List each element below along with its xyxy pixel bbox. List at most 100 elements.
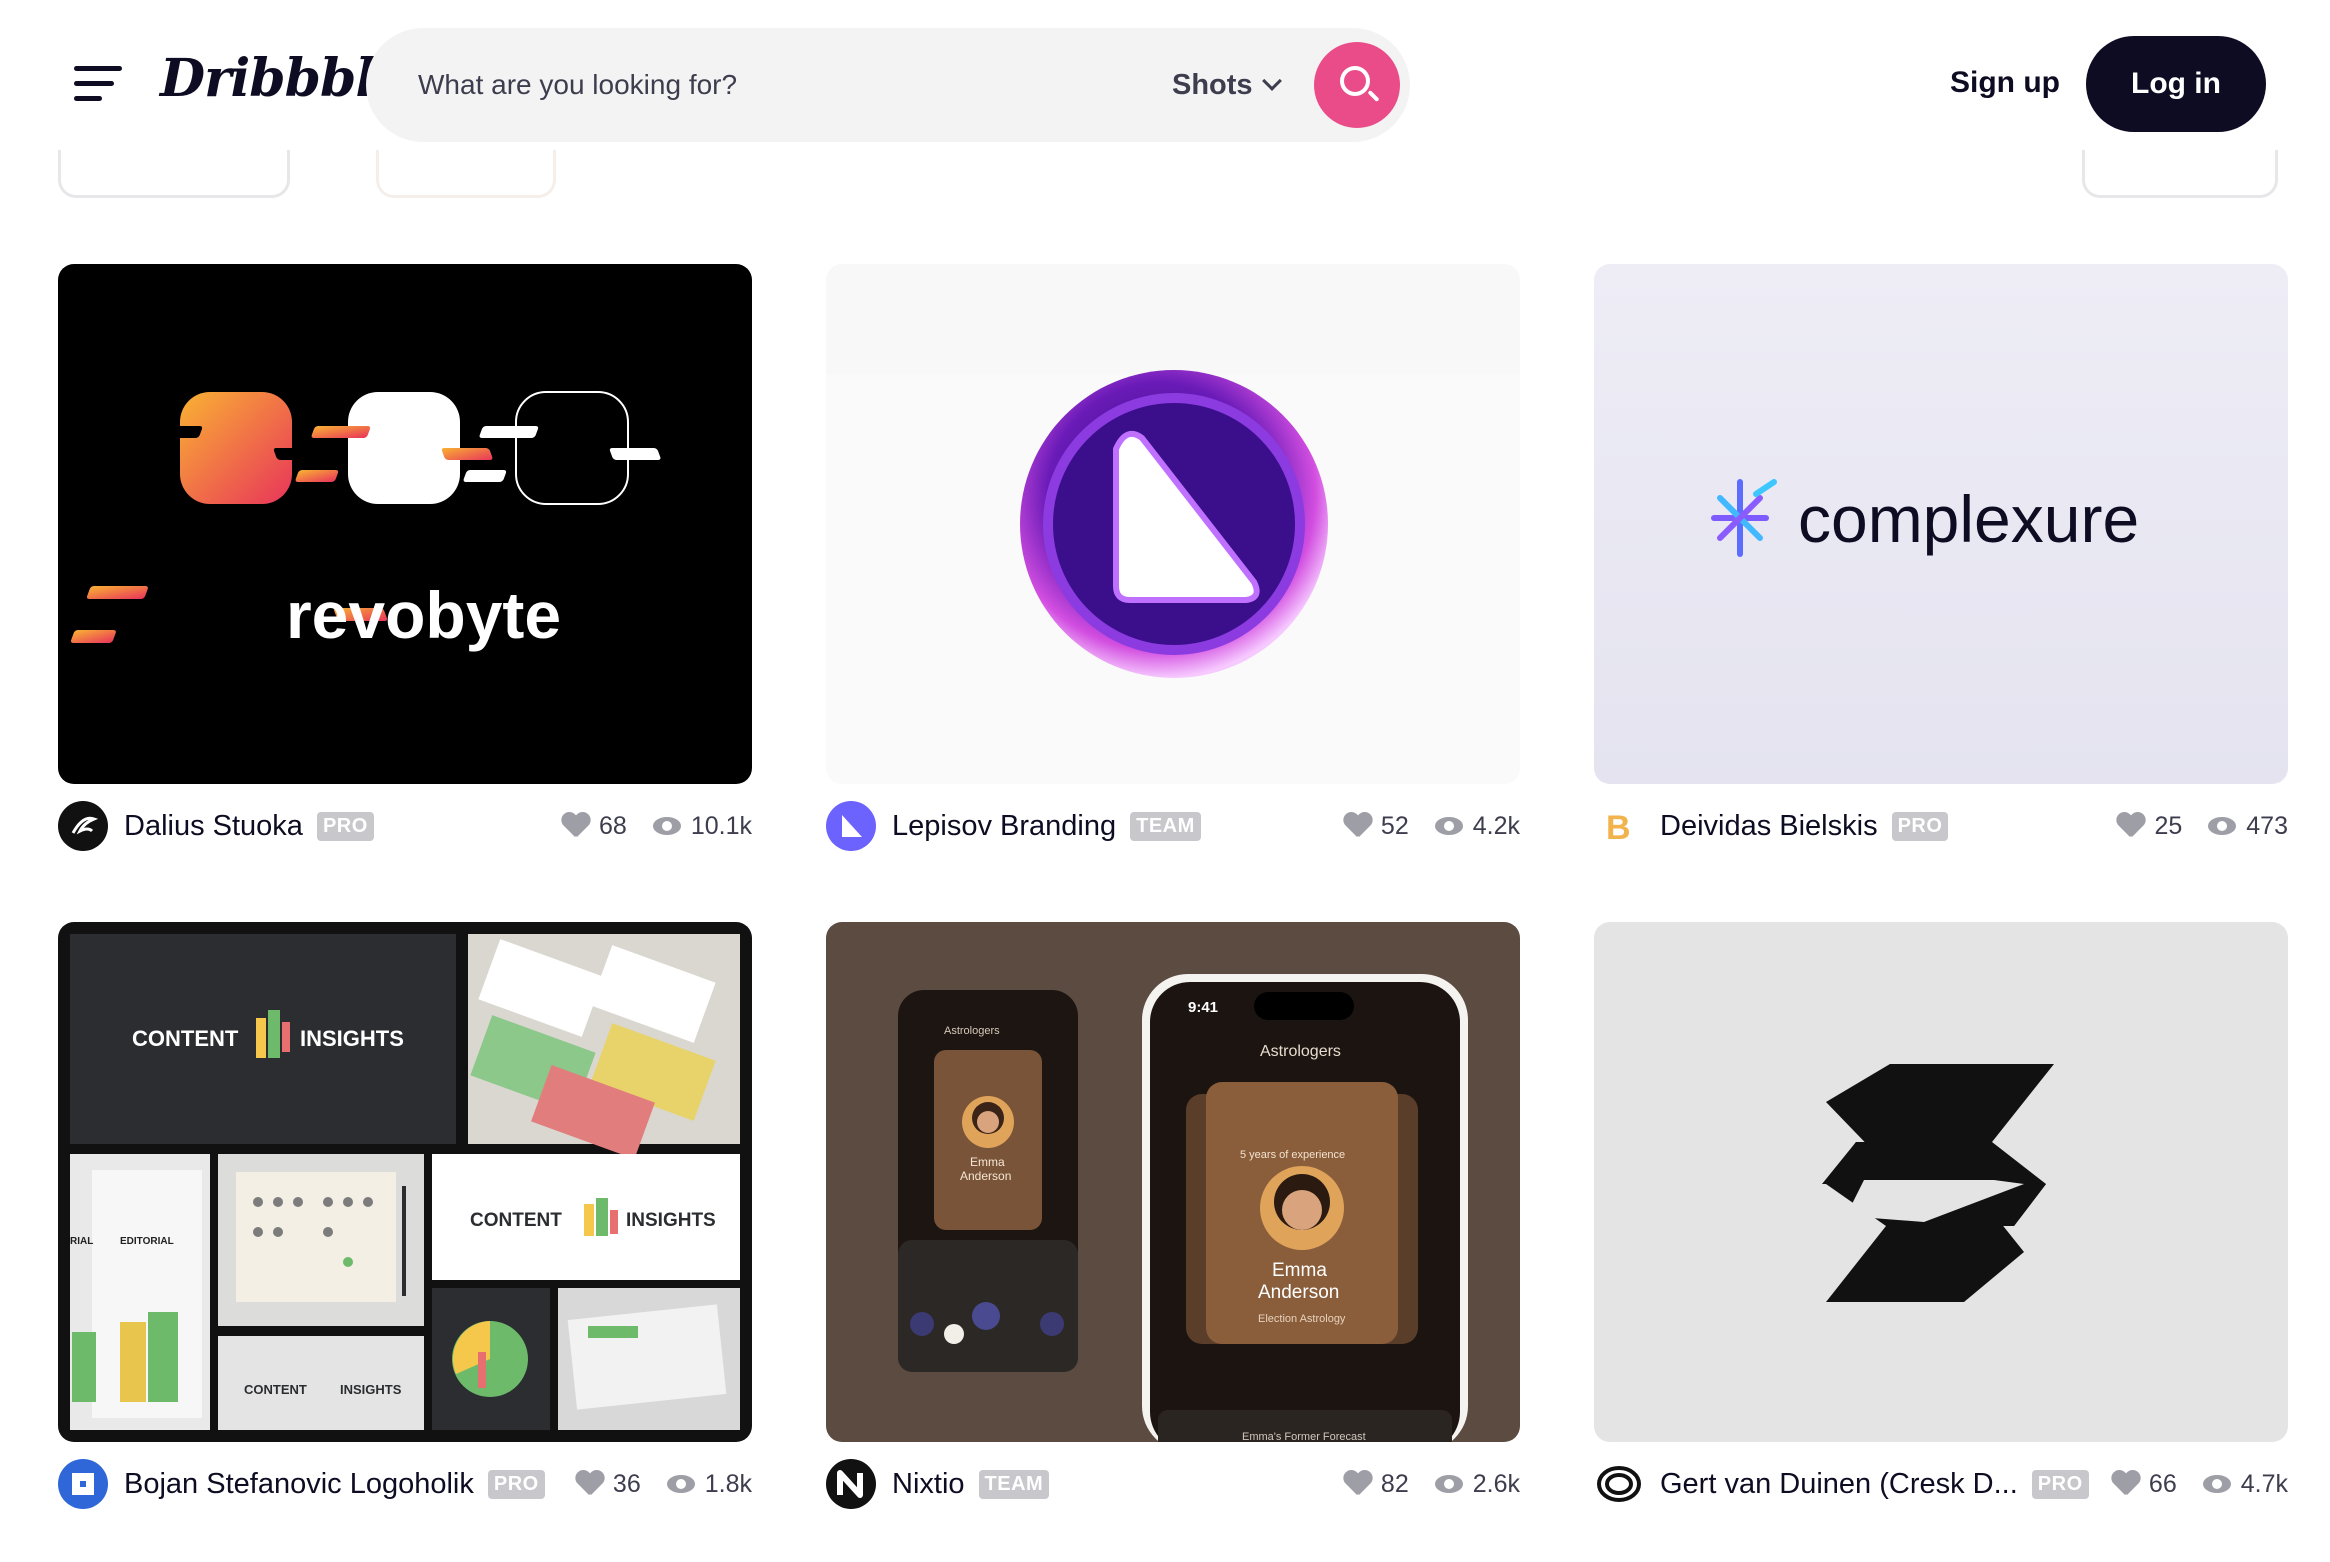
filter-pill[interactable] xyxy=(376,150,556,198)
svg-text:INSIGHTS: INSIGHTS xyxy=(340,1382,402,1397)
avatar[interactable]: B xyxy=(1594,801,1644,851)
svg-text:Emma's Former Forecast: Emma's Former Forecast xyxy=(1242,1431,1366,1442)
author-name[interactable]: Nixtio xyxy=(892,1468,965,1501)
like-count: 66 xyxy=(2148,1469,2177,1498)
shot-meta: Dalius Stuoka PRO 68 10.1k xyxy=(58,800,752,852)
sign-up-link[interactable]: Sign up xyxy=(1950,66,2060,100)
eye-icon xyxy=(1434,1475,1463,1493)
top-navigation: Dribbble Shots Sign up Log in xyxy=(0,0,2330,198)
view-count: 4.2k xyxy=(1472,811,1520,840)
svg-text:Astrologers: Astrologers xyxy=(944,1025,1000,1037)
play-logo-artwork xyxy=(826,370,1520,784)
team-badge: TEAM xyxy=(978,1469,1050,1499)
chevron-down-icon xyxy=(1261,71,1282,91)
shot-thumbnail[interactable]: complexure xyxy=(1594,264,2288,784)
content-insights-artwork: CONTENT INSIGHTS EDITORIAL RIAL CONTENT … xyxy=(70,934,740,1430)
pro-badge: PRO xyxy=(1891,811,1949,841)
shot-stats: 82 2.6k xyxy=(1343,1470,1520,1499)
author-name[interactable]: Lepisov Branding xyxy=(892,810,1116,843)
author-name[interactable]: Bojan Stefanovic Logoholik xyxy=(124,1468,474,1501)
svg-text:Anderson: Anderson xyxy=(1258,1282,1339,1303)
pro-badge: PRO xyxy=(316,811,374,841)
author-name[interactable]: Gert van Duinen (Cresk D... xyxy=(1660,1468,2018,1501)
eye-icon xyxy=(2208,817,2237,835)
svg-text:RIAL: RIAL xyxy=(70,1236,93,1247)
shot-meta: B Deividas Bielskis PRO 25 473 xyxy=(1594,800,2288,852)
shot-thumbnail[interactable] xyxy=(1594,922,2288,1442)
eye-icon xyxy=(1434,817,1463,835)
complexure-wordmark: complexure xyxy=(1798,482,2139,556)
shot-stats: 25 473 xyxy=(2116,812,2288,841)
svg-text:Emma: Emma xyxy=(1272,1260,1327,1281)
shot-meta: Nixtio TEAM 82 2.6k xyxy=(826,1458,1520,1510)
heart-icon[interactable] xyxy=(561,813,589,839)
view-count: 473 xyxy=(2246,811,2288,840)
svg-text:Emma: Emma xyxy=(970,1155,1005,1169)
heart-icon[interactable] xyxy=(2116,813,2144,839)
eye-icon xyxy=(666,1475,695,1493)
shot-thumbnail[interactable]: revobyte xyxy=(58,264,752,784)
shot-stats: 68 10.1k xyxy=(561,812,752,841)
avatar[interactable] xyxy=(1594,1459,1644,1509)
like-count: 68 xyxy=(599,811,627,840)
like-count: 36 xyxy=(612,1469,641,1498)
view-count: 4.7k xyxy=(2240,1469,2288,1498)
revobyte-artwork: revobyte xyxy=(70,391,661,652)
svg-text:B: B xyxy=(1606,809,1631,847)
view-count: 2.6k xyxy=(1472,1469,1520,1498)
pro-badge: PRO xyxy=(2031,1469,2089,1499)
filter-pill[interactable] xyxy=(58,150,290,198)
shot-stats: 52 4.2k xyxy=(1343,812,1520,841)
heart-icon[interactable] xyxy=(1343,813,1371,839)
svg-text:INSIGHTS: INSIGHTS xyxy=(300,1026,404,1051)
complexure-artwork: complexure xyxy=(1711,479,2139,557)
like-count: 82 xyxy=(1380,1469,1409,1498)
shot-stats: 36 1.8k xyxy=(575,1470,752,1499)
heart-icon[interactable] xyxy=(1343,1471,1371,1497)
svg-text:INSIGHTS: INSIGHTS xyxy=(626,1210,716,1231)
view-count: 10.1k xyxy=(690,811,752,840)
shot-meta: Bojan Stefanovic Logoholik PRO 36 1.8k xyxy=(58,1458,752,1510)
svg-text:CONTENT: CONTENT xyxy=(132,1026,239,1051)
search-scope-label: Shots xyxy=(1172,68,1253,101)
heart-icon[interactable] xyxy=(2111,1471,2139,1497)
heart-icon[interactable] xyxy=(575,1471,603,1497)
author-name[interactable]: Deividas Bielskis xyxy=(1660,810,1878,843)
search-icon xyxy=(1340,66,1370,96)
pro-badge: PRO xyxy=(487,1469,545,1499)
shot-meta: Lepisov Branding TEAM 52 4.2k xyxy=(826,800,1520,852)
shot-stats: 66 4.7k xyxy=(2111,1470,2288,1499)
svg-text:EDITORIAL: EDITORIAL xyxy=(120,1236,174,1247)
svg-text:CONTENT: CONTENT xyxy=(244,1382,307,1397)
shot-thumbnail[interactable]: CONTENT INSIGHTS EDITORIAL RIAL CONTENT … xyxy=(58,922,752,1442)
search-input[interactable] xyxy=(418,58,1118,112)
eye-icon xyxy=(652,817,681,835)
search-bar: Shots xyxy=(366,28,1410,142)
svg-text:5 years of experience: 5 years of experience xyxy=(1240,1149,1345,1161)
svg-text:Astrologers: Astrologers xyxy=(1260,1043,1341,1060)
revobyte-wordmark: revobyte xyxy=(286,578,561,652)
svg-text:CONTENT: CONTENT xyxy=(470,1210,562,1231)
astrology-app-artwork: Astrologers Emma Anderson 9:41 Astrologe… xyxy=(898,974,1468,1442)
team-badge: TEAM xyxy=(1130,811,1201,841)
menu-icon[interactable] xyxy=(74,64,124,104)
filter-pill[interactable] xyxy=(2082,150,2278,198)
avatar[interactable] xyxy=(58,801,108,851)
avatar[interactable] xyxy=(826,801,876,851)
like-count: 25 xyxy=(2154,811,2183,840)
view-count: 1.8k xyxy=(704,1469,752,1498)
shot-thumbnail[interactable] xyxy=(826,264,1520,784)
s-monogram-artwork xyxy=(1822,1064,2054,1302)
log-in-button[interactable]: Log in xyxy=(2086,36,2266,132)
search-scope-dropdown[interactable]: Shots xyxy=(1172,64,1282,106)
svg-text:Election Astrology: Election Astrology xyxy=(1258,1313,1346,1325)
like-count: 52 xyxy=(1380,811,1409,840)
shot-meta: Gert van Duinen (Cresk D... PRO 66 4.7k xyxy=(1594,1458,2288,1510)
svg-text:9:41: 9:41 xyxy=(1188,999,1218,1016)
shot-thumbnail[interactable]: Astrologers Emma Anderson 9:41 Astrologe… xyxy=(826,922,1520,1442)
author-name[interactable]: Dalius Stuoka xyxy=(124,810,303,843)
avatar[interactable] xyxy=(826,1459,876,1509)
avatar[interactable] xyxy=(58,1459,108,1509)
search-button[interactable] xyxy=(1314,42,1400,128)
svg-text:Anderson: Anderson xyxy=(960,1169,1011,1183)
